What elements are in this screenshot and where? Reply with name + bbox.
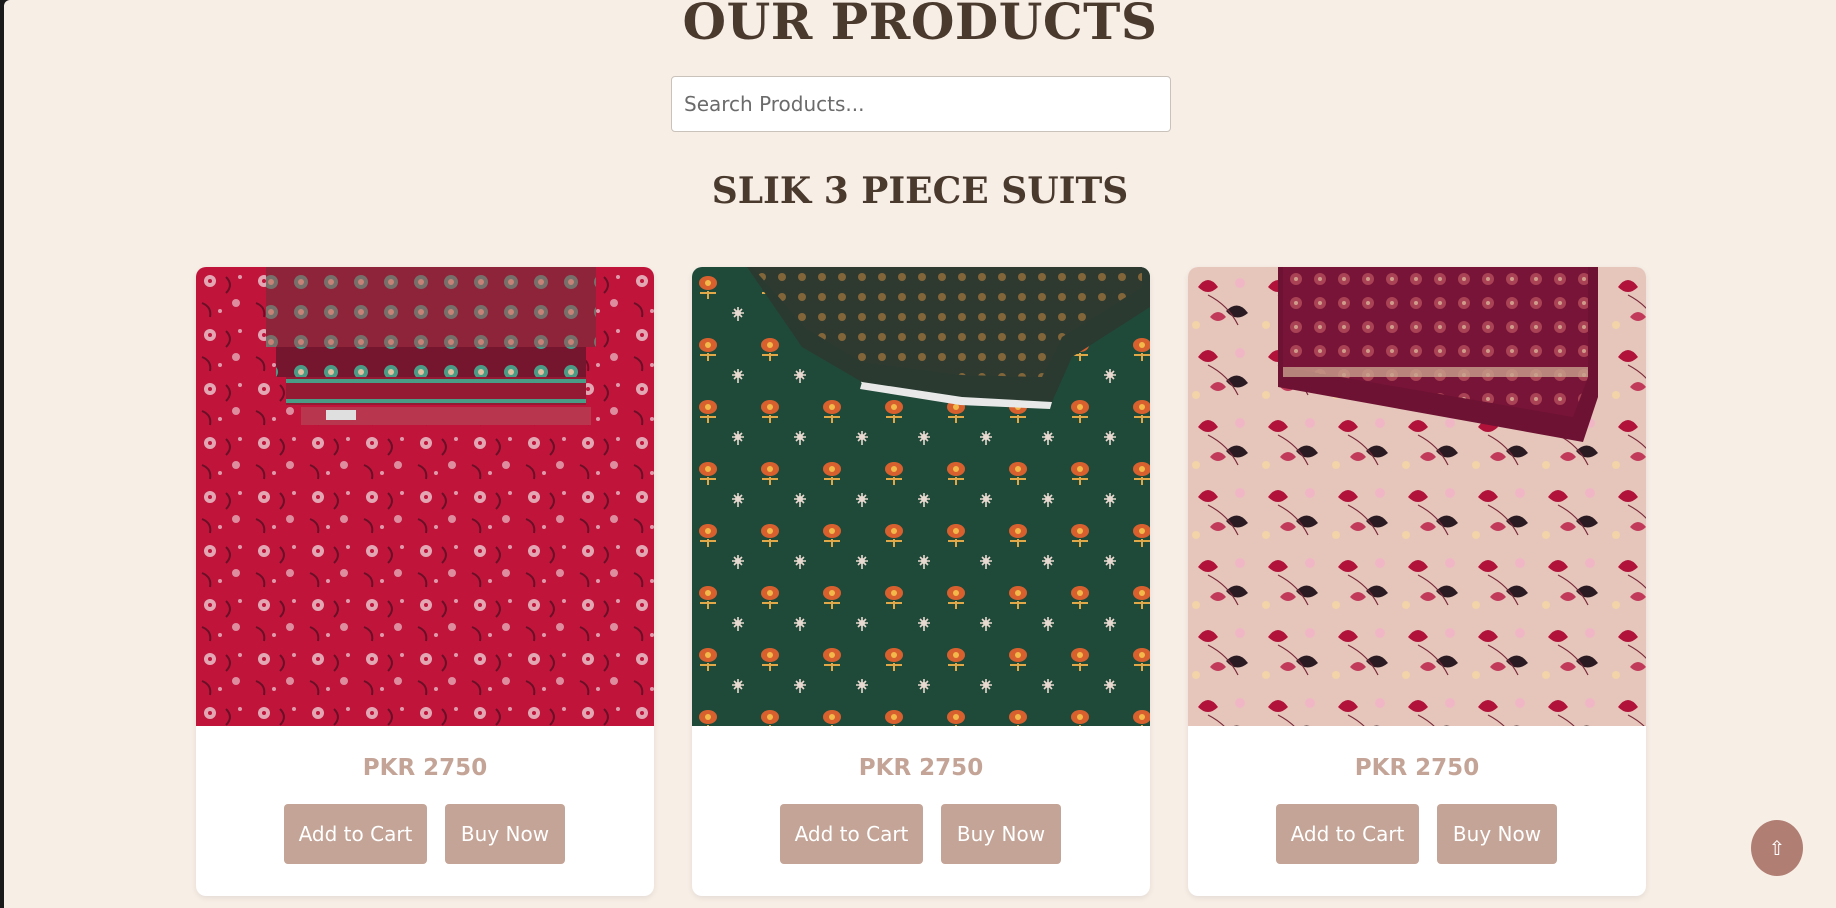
page: OUR PRODUCTS SLIK 3 PIECE SUITS — [4, 0, 1836, 908]
product-card: PKR 2750 Add to Cart Buy Now — [1188, 267, 1646, 896]
add-to-cart-button[interactable]: Add to Cart — [780, 804, 923, 864]
buy-now-button[interactable]: Buy Now — [1437, 804, 1557, 864]
product-image[interactable] — [196, 267, 654, 726]
search-input[interactable] — [671, 76, 1171, 132]
section-title: SLIK 3 PIECE SUITS — [711, 170, 1129, 212]
product-price: PKR 2750 — [1354, 755, 1480, 781]
product-card: PKR 2750 Add to Cart Buy Now — [692, 267, 1150, 896]
add-to-cart-button[interactable]: Add to Cart — [284, 804, 427, 864]
buy-now-button[interactable]: Buy Now — [941, 804, 1061, 864]
product-price: PKR 2750 — [362, 755, 488, 781]
arrow-up-icon: ⇧ — [1768, 836, 1786, 860]
product-image[interactable] — [692, 267, 1150, 726]
scroll-to-top-button[interactable]: ⇧ — [1751, 820, 1803, 876]
product-image-pink-floral — [1188, 267, 1646, 726]
product-card: PKR 2750 Add to Cart Buy Now — [196, 267, 654, 896]
product-image-red-floral — [196, 267, 654, 726]
buy-now-button[interactable]: Buy Now — [445, 804, 565, 864]
page-title: OUR PRODUCTS — [682, 0, 1158, 51]
product-image[interactable] — [1188, 267, 1646, 726]
add-to-cart-button[interactable]: Add to Cart — [1276, 804, 1419, 864]
product-price: PKR 2750 — [858, 755, 984, 781]
product-image-green-floral — [692, 267, 1150, 726]
